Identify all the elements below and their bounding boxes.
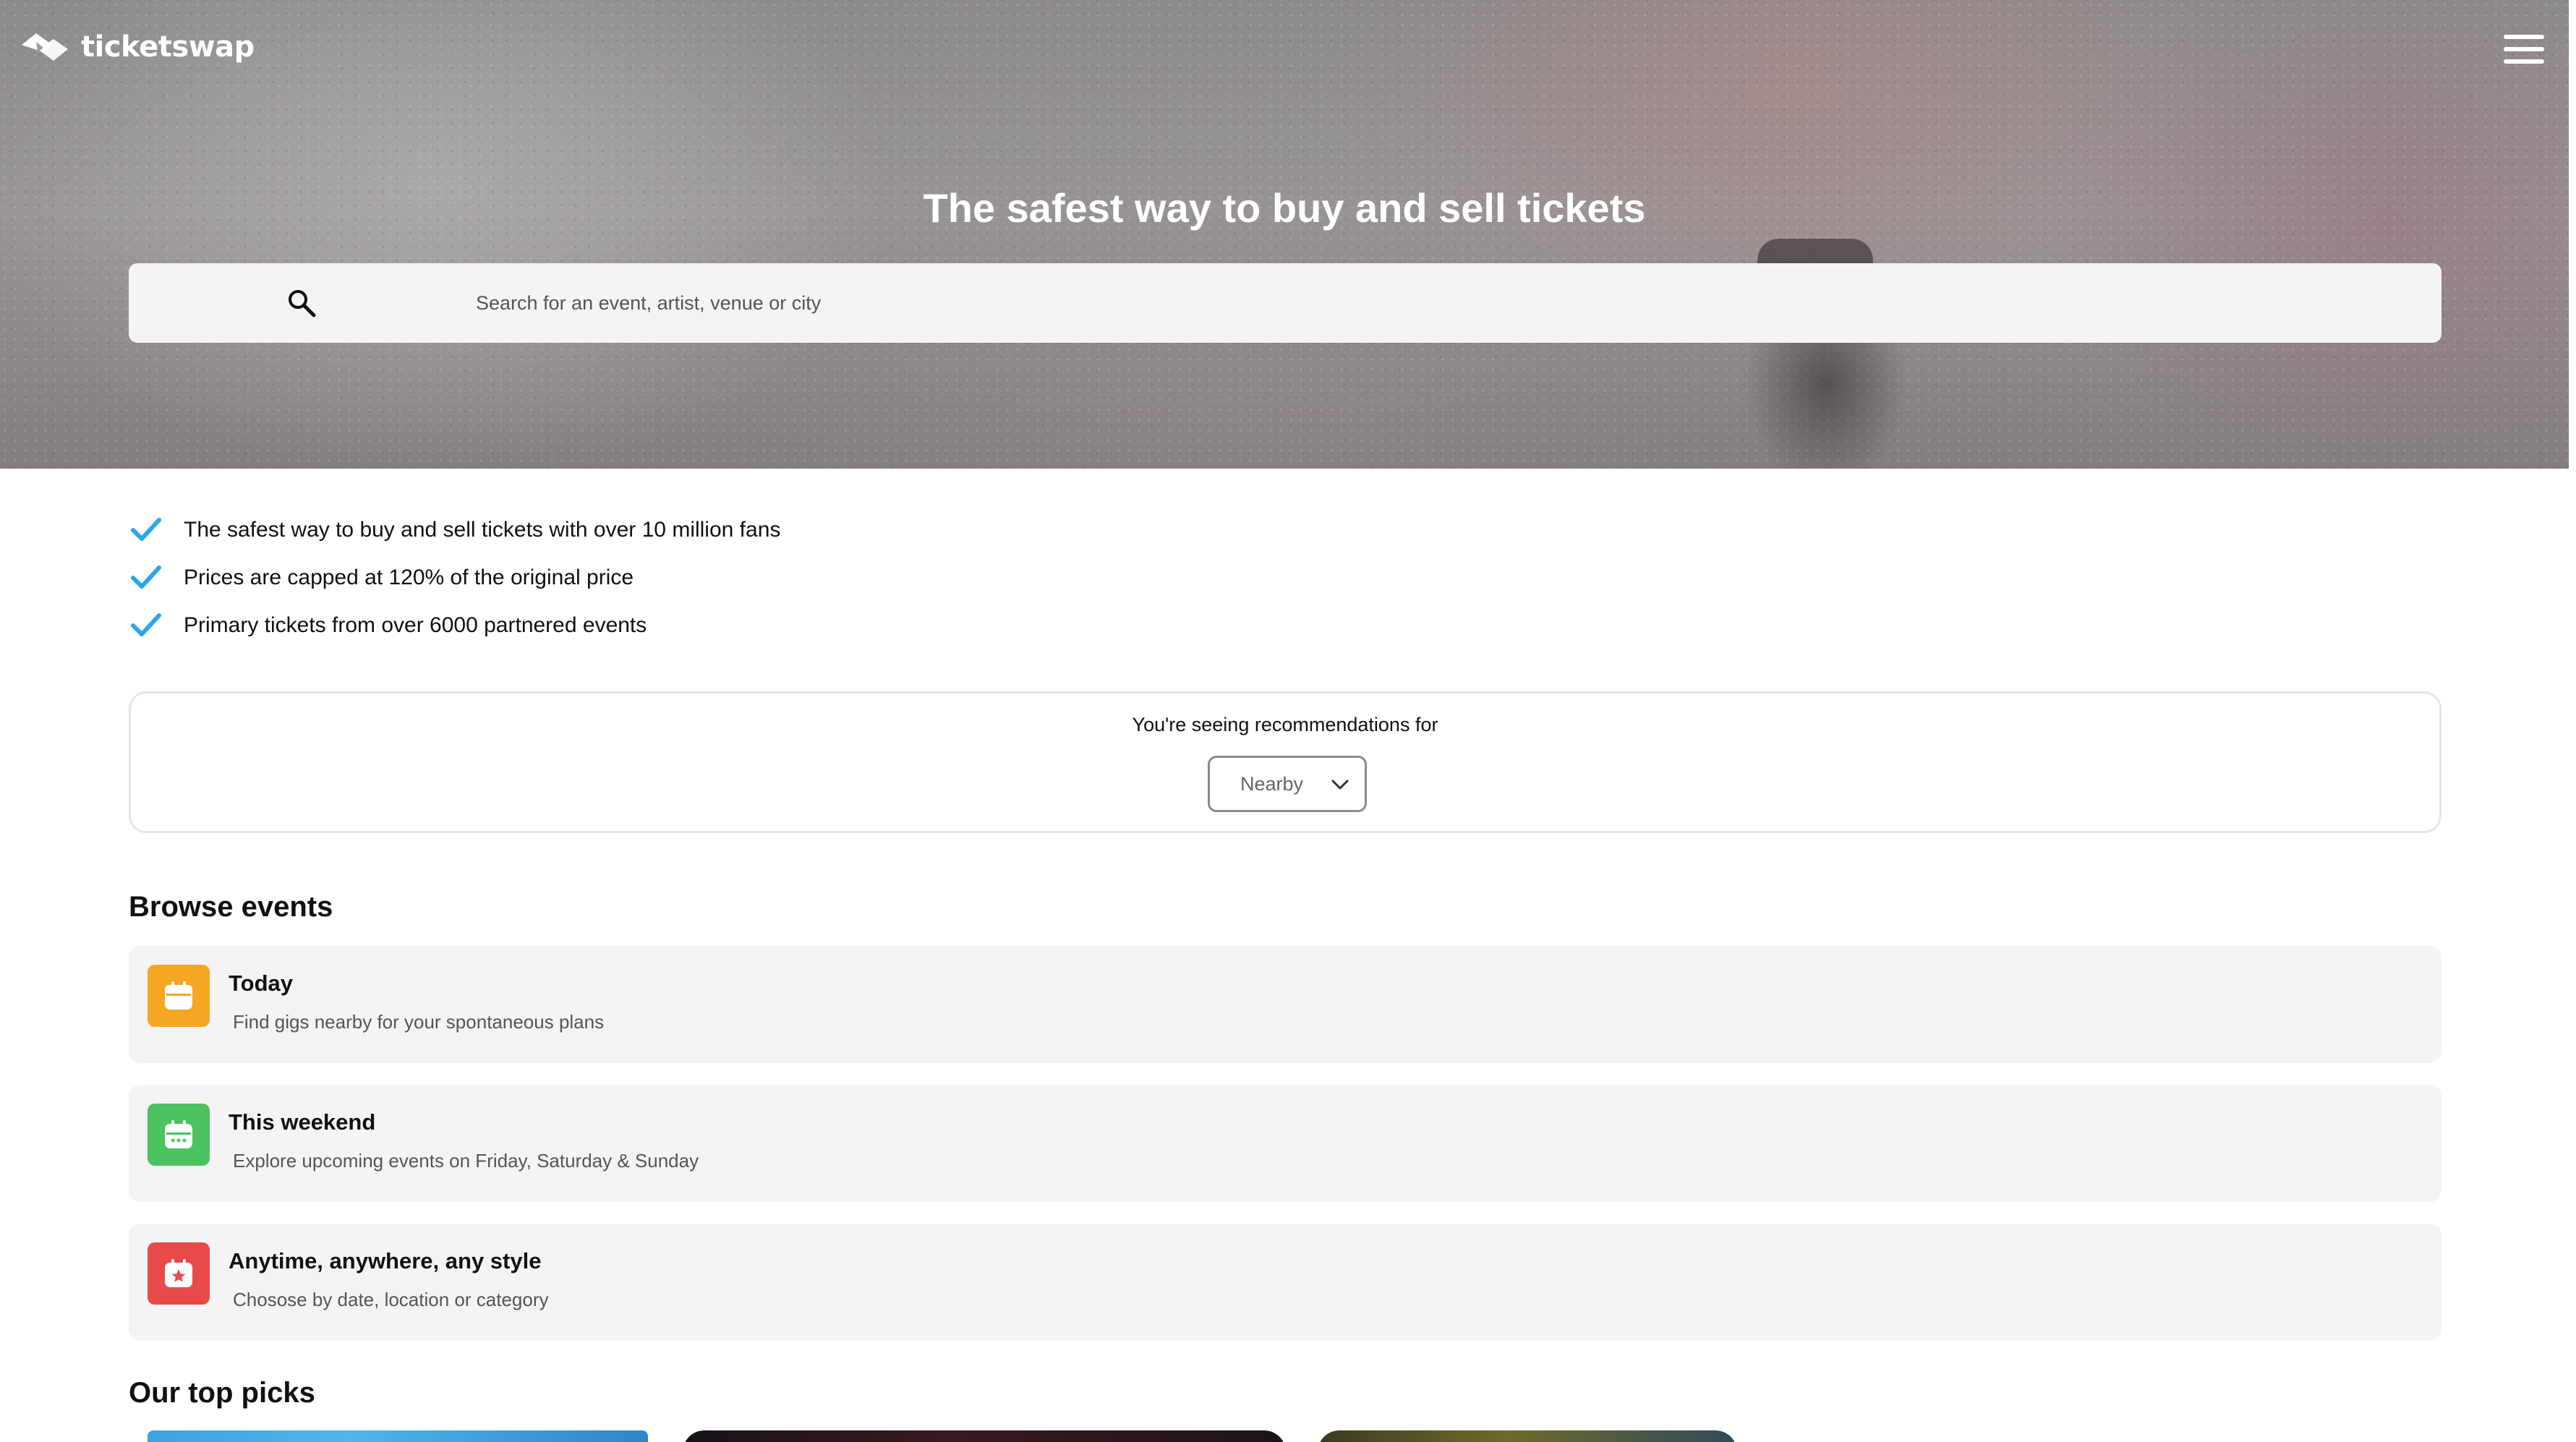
calendar-icon-graphic	[165, 981, 192, 1010]
recommendation-box: You're seeing recommendations for Nearby	[129, 691, 2441, 833]
usp-text: Prices are capped at 120% of the origina…	[184, 566, 634, 589]
location-select-value: Nearby	[1240, 772, 1304, 795]
top-pick-card[interactable]	[148, 1430, 648, 1442]
usp-text: Primary tickets from over 6000 partnered…	[184, 613, 647, 637]
calendar-star-icon-graphic	[165, 1259, 192, 1287]
browse-events-heading: Browse events	[129, 891, 333, 923]
logo-link[interactable]: ticketswap	[19, 27, 255, 67]
chevron-down-icon	[1331, 780, 1349, 790]
browse-card-description: Explore upcoming events on Friday, Satur…	[233, 1150, 699, 1172]
usp-item: The safest way to buy and sell tickets w…	[130, 506, 780, 554]
location-select[interactable]: Nearby	[1208, 756, 1367, 812]
top-pick-card[interactable]	[683, 1430, 1286, 1442]
hero-banner: ticketswap The safest way to buy and sel…	[0, 0, 2569, 469]
browse-card-description: Find gigs nearby for your spontaneous pl…	[233, 1011, 605, 1033]
usp-list: The safest way to buy and sell tickets w…	[130, 506, 780, 649]
calendar-icon-graphic	[165, 1120, 192, 1148]
hamburger-menu-icon[interactable]	[2504, 35, 2544, 64]
calendar-icon	[148, 1104, 210, 1166]
ticketswap-logo-icon	[22, 33, 68, 61]
search-bar[interactable]	[129, 263, 2441, 343]
usp-item: Primary tickets from over 6000 partnered…	[130, 602, 780, 649]
hero-title: The safest way to buy and sell tickets	[923, 185, 1646, 231]
logo-text: ticketswap	[81, 30, 255, 64]
search-icon	[289, 290, 316, 317]
checkmark-icon	[131, 518, 161, 541]
calendar-icon	[148, 965, 210, 1027]
calendar-star-icon	[148, 1242, 210, 1305]
usp-text: The safest way to buy and sell tickets w…	[184, 518, 781, 542]
browse-card-anytime[interactable]: Anytime, anywhere, any style Chosose by …	[129, 1224, 2441, 1341]
browse-card-title: Anytime, anywhere, any style	[229, 1248, 542, 1274]
checkmark-icon	[131, 613, 161, 636]
search-input[interactable]	[474, 285, 2355, 321]
browse-card-description: Chosose by date, location or category	[233, 1289, 549, 1310]
hero-background-overlay	[0, 0, 2569, 469]
top-picks-heading: Our top picks	[129, 1377, 315, 1409]
browse-card-title: This weekend	[229, 1109, 376, 1135]
top-pick-card[interactable]	[1318, 1430, 1737, 1442]
browse-card-this-weekend[interactable]: This weekend Explore upcoming events on …	[129, 1085, 2441, 1202]
browse-card-title: Today	[229, 970, 293, 996]
checkmark-icon	[131, 566, 161, 589]
recommendation-label: You're seeing recommendations for	[1132, 714, 1438, 735]
browse-card-today[interactable]: Today Find gigs nearby for your spontane…	[129, 946, 2441, 1063]
usp-item: Prices are capped at 120% of the origina…	[130, 554, 780, 602]
